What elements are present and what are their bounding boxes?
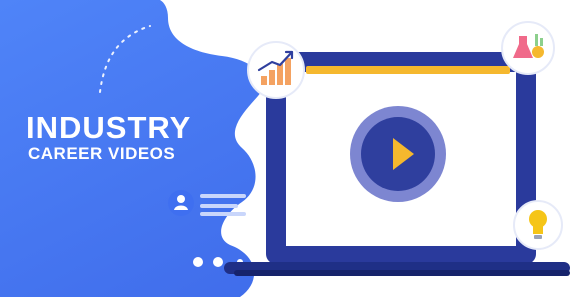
banner-title: INDUSTRY bbox=[26, 110, 192, 145]
hero-banner: INDUSTRY CAREER VIDEOS bbox=[0, 0, 570, 297]
chemistry-flask-icon bbox=[501, 21, 555, 75]
dot bbox=[193, 257, 203, 267]
screen-top-bar bbox=[306, 66, 510, 74]
lightbulb-icon bbox=[513, 200, 563, 250]
growth-chart-icon bbox=[247, 41, 305, 99]
banner-subtitle: CAREER VIDEOS bbox=[28, 144, 176, 163]
dot bbox=[213, 257, 223, 267]
laptop-base-shadow bbox=[234, 270, 570, 276]
play-button[interactable] bbox=[350, 106, 446, 202]
